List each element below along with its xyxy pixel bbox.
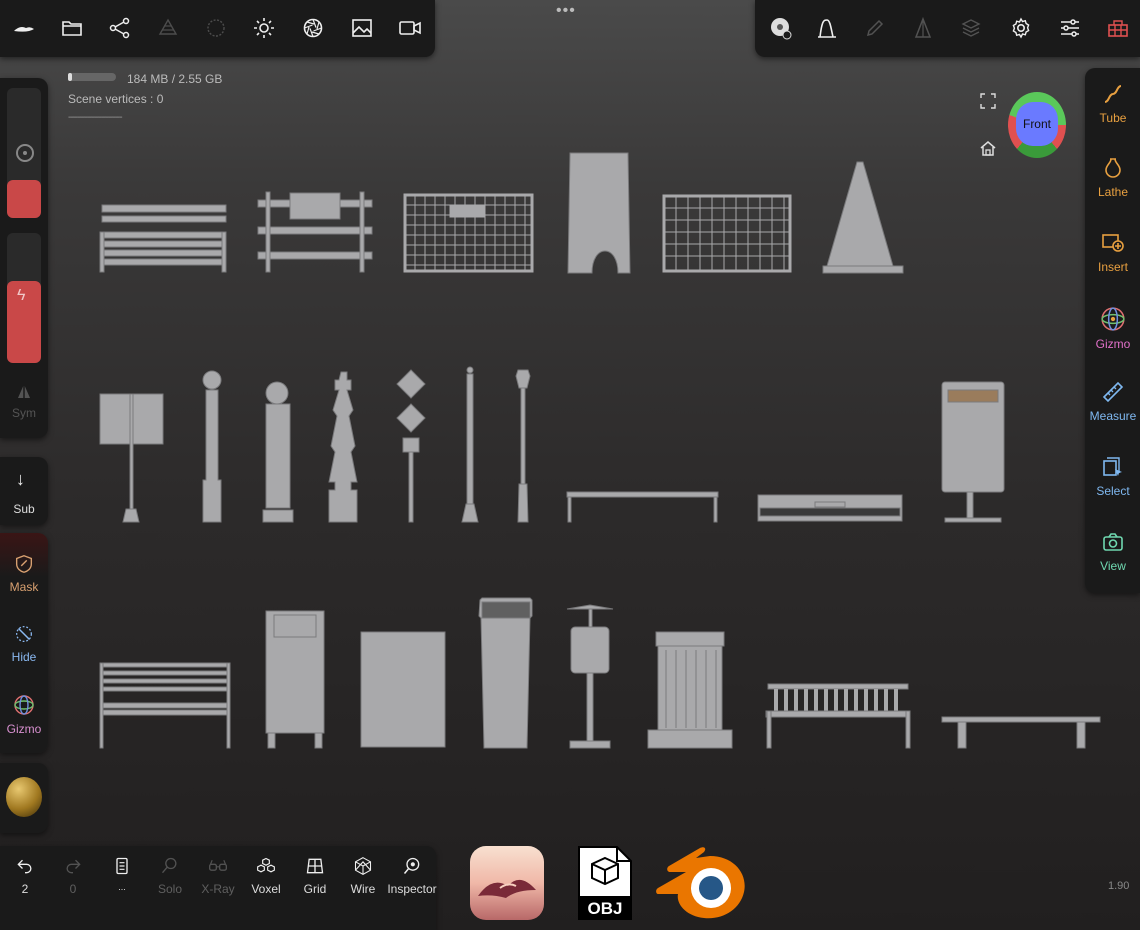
search-icon — [161, 857, 177, 874]
grid-button[interactable]: Grid — [290, 856, 340, 896]
blender-logo — [656, 846, 750, 922]
bin-pole-model — [941, 381, 1005, 523]
grid-icon — [306, 858, 324, 874]
low-barrier-model — [757, 494, 903, 522]
bench-model-2 — [257, 191, 373, 273]
obj-label: OBJ — [587, 899, 623, 918]
document-button[interactable]: ... — [97, 856, 147, 892]
solo-button[interactable]: Solo — [145, 856, 195, 896]
flat-bench-model-1 — [566, 491, 719, 523]
flat-bench-model-2 — [941, 716, 1101, 749]
bollard-model-2 — [262, 381, 294, 523]
trash-can-model — [647, 631, 733, 749]
xray-button[interactable]: X-Ray — [193, 856, 243, 896]
sandwich-board-model — [567, 152, 631, 274]
undo-button[interactable]: 2 — [0, 856, 50, 896]
redo-icon — [66, 859, 81, 874]
fence-panel-model-1 — [403, 193, 534, 273]
voxel-icon — [257, 857, 275, 873]
fence-panel-model-2 — [662, 194, 792, 273]
slatted-bench-model — [99, 662, 231, 749]
wireframe-icon — [354, 857, 372, 875]
nomad-sculpt-logo — [470, 846, 544, 920]
utility-box-model — [360, 631, 446, 748]
version-label: 1.90 — [1108, 880, 1130, 892]
bench-model-1 — [99, 204, 227, 273]
park-bench-model — [765, 683, 911, 749]
glasses-icon — [209, 859, 227, 871]
ashtray-bin-model — [566, 604, 614, 749]
obj-file-logo: OBJ — [578, 846, 632, 920]
redo-button[interactable]: 0 — [48, 856, 98, 896]
bollard-model-1 — [202, 370, 222, 523]
wire-button[interactable]: Wire — [338, 856, 388, 896]
viewport-scene[interactable] — [0, 0, 1140, 930]
undo-icon — [17, 859, 32, 874]
inspector-icon — [403, 857, 420, 874]
mailbox-model — [265, 610, 325, 749]
bottom-toolbar: 2 0 ... Solo X-Ray Voxel Grid Wire Inspe… — [0, 846, 437, 930]
voxel-button[interactable]: Voxel — [241, 856, 291, 896]
diamond-sign-model — [396, 369, 426, 523]
traffic-cone-model — [822, 161, 904, 274]
ornate-bollard-model — [328, 371, 358, 523]
light-pole-model-1 — [461, 366, 479, 523]
kiosk-model — [478, 597, 533, 749]
document-icon — [116, 857, 128, 875]
street-lamp-model — [515, 369, 531, 523]
signpost-model — [99, 393, 164, 523]
inspector-button[interactable]: Inspector — [384, 856, 440, 896]
